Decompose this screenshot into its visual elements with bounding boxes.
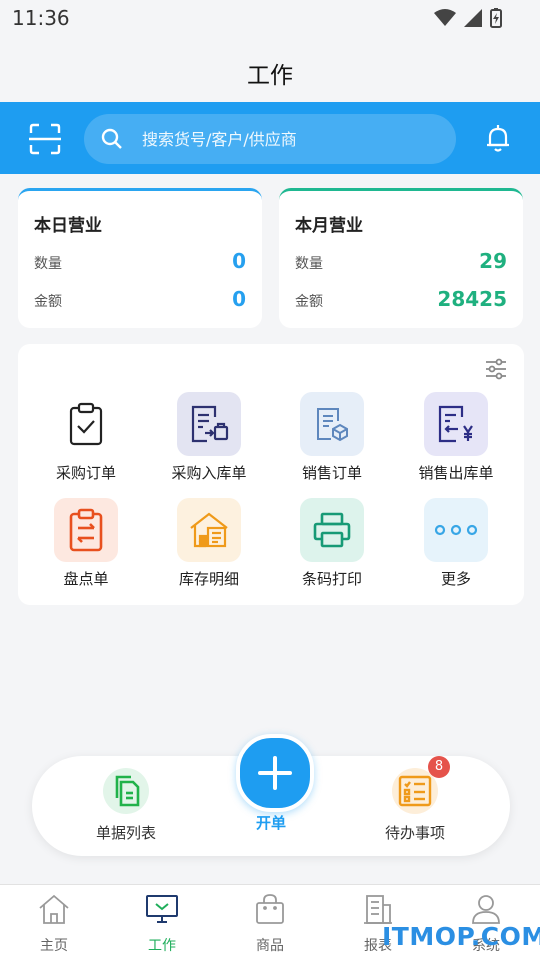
func-barcode-print[interactable]: 条码打印 xyxy=(277,498,387,594)
inbound-doc-icon xyxy=(177,392,241,456)
scan-button[interactable] xyxy=(28,122,62,156)
doc-list-label: 单据列表 xyxy=(95,824,156,842)
clipboard-check-icon xyxy=(54,392,118,456)
func-label: 条码打印 xyxy=(301,570,362,588)
wifi-icon xyxy=(434,9,456,26)
todo-count-badge: 8 xyxy=(428,756,450,778)
today-stats-title: 本日营业 xyxy=(34,216,102,236)
today-stats-card[interactable]: 本日营业 数量 0 金额 0 xyxy=(18,188,262,328)
outbound-doc-icon xyxy=(424,392,488,456)
signal-icon xyxy=(464,9,482,27)
func-label: 更多 xyxy=(440,570,471,588)
notification-button[interactable] xyxy=(482,122,514,154)
tab-label: 商品 xyxy=(256,938,284,954)
search-icon xyxy=(101,128,122,149)
tab-home[interactable]: 主页 xyxy=(9,893,99,955)
function-panel: 采购订单 采购入库单 销售订单 销售出库单 盘点单 库存明细 条码打印 更多 xyxy=(18,344,524,605)
user-icon xyxy=(472,895,500,924)
month-amount-row: 金额 28425 xyxy=(295,287,507,313)
month-stats-card[interactable]: 本月营业 数量 29 金额 28425 xyxy=(279,188,523,328)
func-inventory-check[interactable]: 盘点单 xyxy=(31,498,141,594)
warehouse-icon xyxy=(177,498,241,562)
today-amount-label: 金额 xyxy=(34,294,62,310)
tab-label: 主页 xyxy=(40,938,68,954)
search-box[interactable] xyxy=(84,114,456,164)
doc-list-icon xyxy=(103,768,149,814)
func-label: 采购订单 xyxy=(55,464,116,482)
month-amount-value: 28425 xyxy=(437,287,507,311)
tab-label: 工作 xyxy=(148,938,176,954)
func-purchase-order[interactable]: 采购订单 xyxy=(31,392,141,488)
month-qty-row: 数量 29 xyxy=(295,249,507,275)
doc-list-button[interactable]: 单据列表 xyxy=(66,768,186,843)
battery-icon xyxy=(490,8,502,28)
todo-icon: 8 xyxy=(392,756,450,814)
today-qty-label: 数量 xyxy=(34,256,62,272)
bag-icon xyxy=(256,894,284,924)
sales-doc-icon xyxy=(300,392,364,456)
func-label: 采购入库单 xyxy=(171,464,247,482)
bell-icon xyxy=(487,125,509,152)
func-label: 销售订单 xyxy=(301,464,362,482)
page-title: 工作 xyxy=(247,63,293,89)
status-bar: 11:36 xyxy=(0,0,540,36)
func-label: 盘点单 xyxy=(63,570,109,588)
status-time: 11:36 xyxy=(12,6,70,30)
func-more[interactable]: 更多 xyxy=(401,498,511,594)
building-icon xyxy=(364,895,392,924)
month-qty-label: 数量 xyxy=(295,256,323,272)
today-qty-row: 数量 0 xyxy=(34,249,246,275)
func-sales-outbound[interactable]: 销售出库单 xyxy=(401,392,511,488)
func-sales-order[interactable]: 销售订单 xyxy=(277,392,387,488)
create-order-button[interactable] xyxy=(236,734,314,812)
month-qty-value: 29 xyxy=(479,249,507,273)
home-icon xyxy=(39,894,69,924)
status-icons xyxy=(434,8,502,28)
search-input[interactable] xyxy=(142,126,442,152)
more-icon xyxy=(424,498,488,562)
sliders-icon xyxy=(486,358,506,380)
plus-icon xyxy=(258,756,292,790)
func-label: 库存明细 xyxy=(178,570,239,588)
month-amount-label: 金额 xyxy=(295,294,323,310)
customize-button[interactable] xyxy=(484,358,508,380)
tab-work[interactable]: 工作 xyxy=(117,893,207,955)
func-label: 销售出库单 xyxy=(418,464,494,482)
printer-icon xyxy=(300,498,364,562)
func-purchase-inbound[interactable]: 采购入库单 xyxy=(154,392,264,488)
title-bar: 工作 xyxy=(0,36,540,102)
watermark: ITMOP.COM xyxy=(382,922,540,951)
todo-label: 待办事项 xyxy=(384,824,445,842)
todo-button[interactable]: 8 待办事项 xyxy=(355,756,475,843)
month-stats-title: 本月营业 xyxy=(295,216,363,236)
scan-icon xyxy=(29,123,61,155)
tab-products[interactable]: 商品 xyxy=(225,893,315,955)
inventory-check-icon xyxy=(54,498,118,562)
monitor-icon xyxy=(146,895,178,923)
today-amount-row: 金额 0 xyxy=(34,287,246,313)
today-amount-value: 0 xyxy=(232,287,246,311)
today-qty-value: 0 xyxy=(232,249,246,273)
func-stock-detail[interactable]: 库存明细 xyxy=(154,498,264,594)
search-strip xyxy=(0,102,540,174)
create-order-label: 开单 xyxy=(255,814,286,832)
